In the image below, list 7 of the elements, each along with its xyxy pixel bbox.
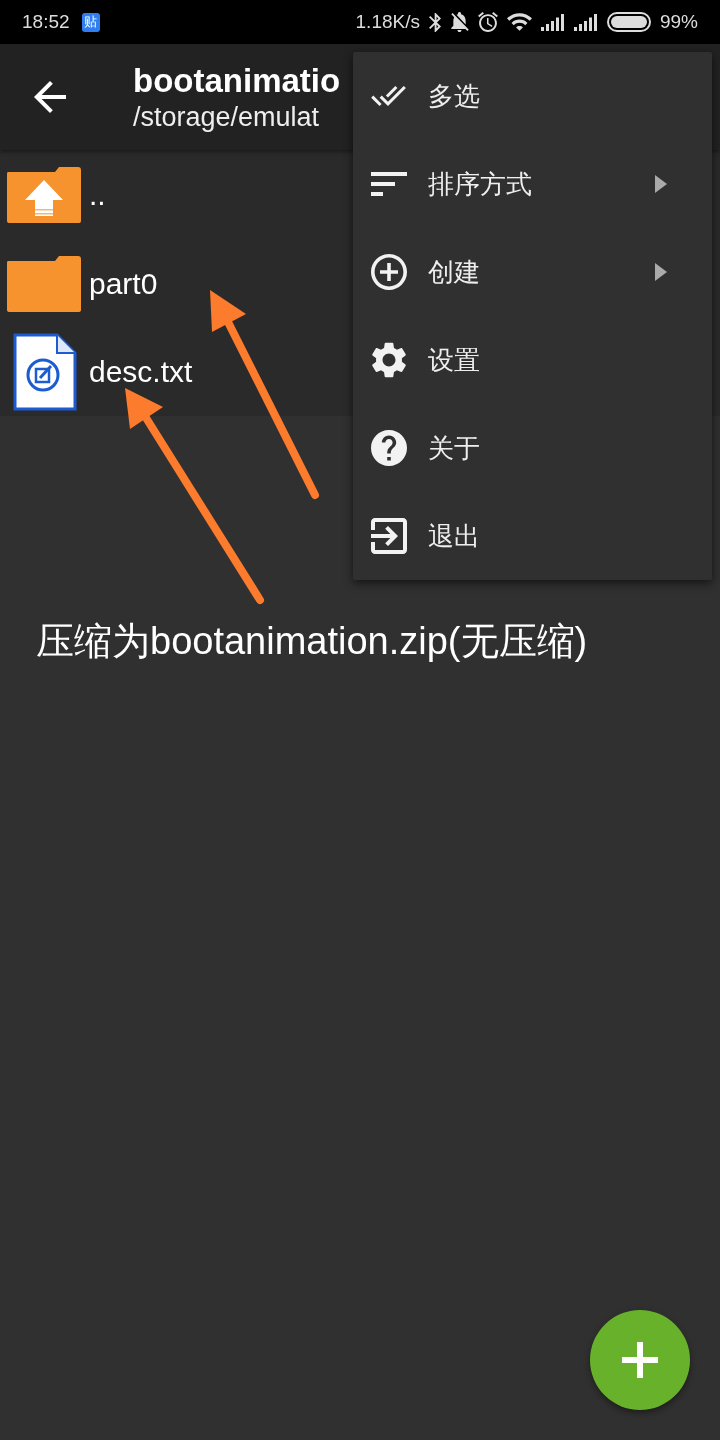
network-speed: 1.18K/s — [355, 11, 420, 33]
clock-time: 18:52 — [22, 11, 70, 33]
folder-path: /storage/emulat — [133, 101, 320, 133]
battery-percentage: 99% — [659, 11, 698, 33]
annotation-caption: 压缩为bootanimation.zip(无压缩) — [36, 619, 588, 664]
notification-app-badge: 贴 — [81, 12, 100, 32]
folder-title: bootanimatio — [133, 61, 341, 101]
